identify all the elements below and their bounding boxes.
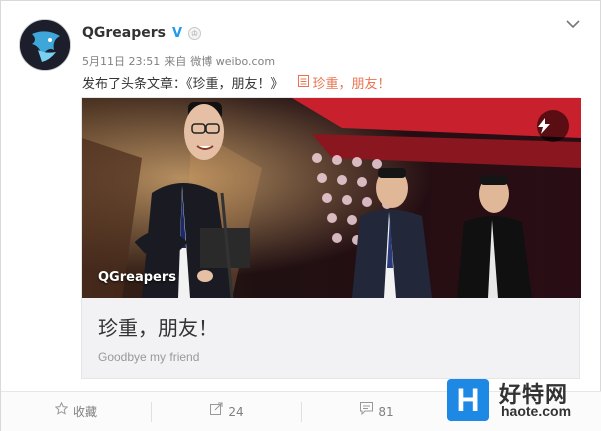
post-body: 发布了头条文章：《珍重，朋友！》 珍重，朋友！ bbox=[82, 73, 391, 92]
watermark-url: haote.com bbox=[501, 403, 572, 419]
post-timestamp[interactable]: 5月11日 23:51 bbox=[82, 53, 160, 69]
favorite-label: 收藏 bbox=[72, 405, 97, 419]
document-icon bbox=[297, 75, 309, 90]
author-row: QGreapers V ♔ bbox=[82, 25, 202, 41]
article-subtitle: Goodbye my friend bbox=[98, 350, 200, 364]
post-source[interactable]: 微博 weibo.com bbox=[190, 53, 275, 69]
post-meta: 5月11日 23:51 来自 微博 weibo.com bbox=[82, 53, 275, 69]
share-icon bbox=[210, 392, 223, 431]
favorite-button[interactable]: 收藏 bbox=[1, 392, 151, 431]
repost-button[interactable]: 24 bbox=[152, 392, 302, 431]
comment-count: 81 bbox=[378, 405, 394, 419]
weibo-post-card: QGreapers V ♔ 5月11日 23:51 来自 微博 weibo.co… bbox=[0, 0, 601, 431]
article-link[interactable]: 珍重，朋友！ bbox=[297, 73, 391, 92]
comment-icon bbox=[360, 392, 374, 431]
cover-caption: QGreapers bbox=[98, 270, 176, 285]
article-link-text: 珍重，朋友！ bbox=[312, 77, 391, 92]
post-text: 发布了头条文章：《珍重，朋友！》 bbox=[82, 77, 284, 92]
watermark-logo: H bbox=[447, 379, 489, 421]
article-title[interactable]: 珍重，朋友！ bbox=[98, 312, 218, 341]
avatar[interactable] bbox=[19, 19, 71, 71]
author-name[interactable]: QGreapers bbox=[82, 25, 166, 41]
article-card[interactable]: QGreapers 珍重，朋友！ Goodbye my friend bbox=[81, 97, 581, 379]
chevron-down-icon[interactable] bbox=[561, 17, 585, 37]
star-icon bbox=[54, 392, 69, 431]
verified-icon: V bbox=[172, 25, 183, 41]
watermark: H 好特网 haote.com bbox=[447, 373, 597, 425]
repost-count: 24 bbox=[228, 405, 244, 419]
comment-button[interactable]: 81 bbox=[302, 392, 452, 431]
source-prefix: 来自 bbox=[164, 55, 187, 68]
crown-icon[interactable]: ♔ bbox=[188, 26, 202, 40]
lightning-icon[interactable] bbox=[537, 110, 569, 142]
team-logo-icon bbox=[20, 20, 70, 70]
article-cover-image: QGreapers bbox=[82, 98, 581, 298]
